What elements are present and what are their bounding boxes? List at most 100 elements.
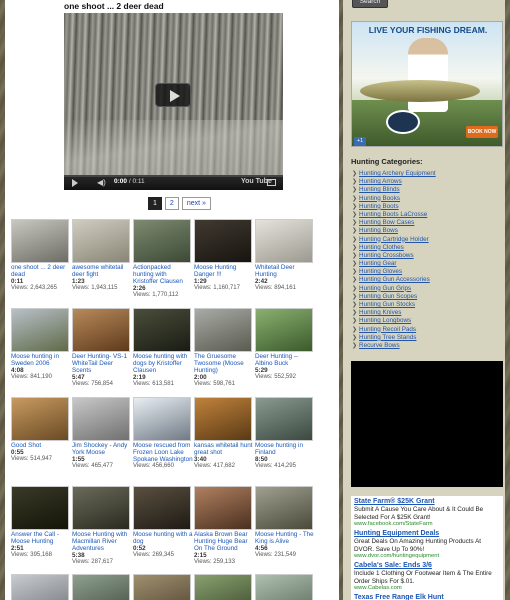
video-card-title[interactable]: Moose hunting in Finland <box>255 442 315 456</box>
video-card-title[interactable]: awesome whitetail deer fight <box>72 264 132 278</box>
video-card-title[interactable]: Deer Hunting- VS-1 WhiteTail Deer Scents <box>72 353 132 374</box>
video-card-title[interactable]: Jim Shockey - Andy York Moose <box>72 442 132 456</box>
category-label[interactable]: Hunting Gun Accessories <box>359 276 430 283</box>
category-link[interactable]: ❯ Hunting Gear <box>352 260 436 268</box>
fishing-ad-banner[interactable]: LIVE YOUR FISHING DREAM. BOOK NOW +1 <box>351 21 503 147</box>
video-card[interactable] <box>255 574 315 600</box>
video-card[interactable]: one shoot ... 2 deer dead 0:11 Views: 2,64… <box>11 219 71 292</box>
category-link[interactable]: ❯ Hunting Archery Equipment <box>352 170 436 178</box>
video-card[interactable]: Moose Hunting Danger !!! 1:29 Views: 1,160… <box>194 219 254 292</box>
video-thumbnail[interactable] <box>255 486 313 530</box>
video-thumbnail[interactable] <box>72 308 130 352</box>
video-thumbnail[interactable] <box>11 308 69 352</box>
plus-one-button[interactable]: +1 <box>354 137 366 146</box>
category-link[interactable]: ❯ Hunting Longbows <box>352 317 436 325</box>
book-now-button[interactable]: BOOK NOW <box>466 126 498 138</box>
video-thumbnail[interactable] <box>194 574 252 600</box>
text-ad-url[interactable]: www.Cabelas.com <box>354 585 500 592</box>
video-card[interactable]: Moose hunting with dogs by Kristoffer Cl… <box>133 308 193 388</box>
video-thumbnail[interactable] <box>72 486 130 530</box>
video-card[interactable]: Deer Hunting -- Albino Buck 5:29 Views: 55… <box>255 308 315 381</box>
video-thumbnail[interactable] <box>11 574 69 600</box>
video-thumbnail[interactable] <box>255 574 313 600</box>
category-label[interactable]: Hunting Books <box>359 195 400 202</box>
video-thumbnail[interactable] <box>255 308 313 352</box>
video-thumbnail[interactable] <box>133 486 191 530</box>
category-link[interactable]: ❯ Hunting Gun Accessories <box>352 276 436 284</box>
video-card-title[interactable]: kansas whitetail hunt great shot <box>194 442 254 456</box>
video-card-title[interactable]: Moose Hunting - The King is Alive <box>255 531 315 545</box>
video-thumbnail[interactable] <box>72 574 130 600</box>
video-card[interactable]: Moose Hunting - The King is Alive 4:56 Vie… <box>255 486 315 559</box>
video-card[interactable]: The Gruesome Twosome (Moose Hunting) 2:00… <box>194 308 254 388</box>
text-ad-headline[interactable]: State Farm® $25K Grant <box>354 498 500 506</box>
text-ad-headline[interactable]: Hunting Equipment Deals <box>354 530 500 538</box>
category-link[interactable]: ❯ Hunting Gun Scopes <box>352 293 436 301</box>
video-thumbnail[interactable] <box>133 397 191 441</box>
video-thumbnail[interactable] <box>133 574 191 600</box>
category-label[interactable]: Hunting Tree Stands <box>359 334 416 341</box>
video-card[interactable] <box>194 574 254 600</box>
video-thumbnail[interactable] <box>11 219 69 263</box>
text-ad[interactable]: Cabela's Sale: Ends 3/6 Include 1 Clothin… <box>354 562 500 592</box>
category-link[interactable]: ❯ Hunting Gun Grips <box>352 285 436 293</box>
category-label[interactable]: Hunting Gun Grips <box>359 285 411 292</box>
category-label[interactable]: Hunting Knives <box>359 309 401 316</box>
category-link[interactable]: ❯ Hunting Gun Stocks <box>352 301 436 309</box>
category-label[interactable]: Hunting Gloves <box>359 268 402 275</box>
video-thumbnail[interactable] <box>255 397 313 441</box>
category-label[interactable]: Hunting Bow Cases <box>359 219 414 226</box>
video-card[interactable]: Deer Hunting- VS-1 WhiteTail Deer Scents… <box>72 308 132 388</box>
progress-bar[interactable] <box>64 175 283 177</box>
video-card[interactable]: Moose rescued from Frozen Loon Lake Spok… <box>133 397 193 470</box>
video-card[interactable]: Moose Hunting with Macmillan River Adven… <box>72 486 132 566</box>
text-ad-headline[interactable]: Texas Free Range Elk Hunt <box>354 594 500 600</box>
page-2-link[interactable]: 2 <box>164 197 179 210</box>
page-1-link[interactable]: 1 <box>148 197 162 210</box>
category-label[interactable]: Recurve Bows <box>359 342 400 349</box>
video-thumbnail[interactable] <box>72 219 130 263</box>
video-thumbnail[interactable] <box>133 308 191 352</box>
video-card[interactable]: Answer the Call - Moose Hunting 2:51 Views… <box>11 486 71 559</box>
video-card[interactable] <box>11 574 71 600</box>
search-button[interactable]: Search <box>352 0 388 8</box>
video-card-title[interactable]: Moose hunting in Sweden 2006 <box>11 353 71 367</box>
category-link[interactable]: ❯ Hunting Clothes <box>352 244 436 252</box>
video-card[interactable]: Moose hunting in Finland 8:50 Views: 414,2… <box>255 397 315 470</box>
video-card-title[interactable]: Whitetail Deer Hunting <box>255 264 315 278</box>
category-label[interactable]: Hunting Crossbows <box>359 252 414 259</box>
category-label[interactable]: Hunting Recoil Pads <box>359 326 416 333</box>
fullscreen-icon[interactable] <box>267 179 276 186</box>
category-link[interactable]: ❯ Hunting Crossbows <box>352 252 436 260</box>
category-link[interactable]: ❯ Hunting Boots LaCrosse <box>352 211 436 219</box>
video-card[interactable]: Good Shot 0:55 Views: 514,947 <box>11 397 71 463</box>
video-thumbnail[interactable] <box>194 219 252 263</box>
video-card-title[interactable]: Moose rescued from Frozen Loon Lake Spok… <box>133 442 193 463</box>
category-label[interactable]: Hunting Boots <box>359 203 399 210</box>
text-ad[interactable]: State Farm® $25K Grant Submit A Cause You… <box>354 498 500 528</box>
video-thumbnail[interactable] <box>72 397 130 441</box>
video-card[interactable] <box>72 574 132 600</box>
video-card-title[interactable]: Moose Hunting Danger !!! <box>194 264 254 278</box>
category-label[interactable]: Hunting Archery Equipment <box>359 170 436 177</box>
category-label[interactable]: Hunting Blinds <box>359 186 400 193</box>
category-link[interactable]: ❯ Hunting Cartridge Holder <box>352 236 436 244</box>
video-card[interactable]: Jim Shockey - Andy York Moose 1:55 Views: … <box>72 397 132 470</box>
play-icon[interactable] <box>72 179 78 187</box>
category-link[interactable]: ❯ Hunting Recoil Pads <box>352 326 436 334</box>
category-label[interactable]: Hunting Clothes <box>359 244 404 251</box>
category-link[interactable]: ❯ Hunting Knives <box>352 309 436 317</box>
category-label[interactable]: Hunting Gun Scopes <box>359 293 417 300</box>
text-ad[interactable]: Hunting Equipment Deals Great Deals On Am… <box>354 530 500 560</box>
text-ad-headline[interactable]: Cabela's Sale: Ends 3/6 <box>354 562 500 570</box>
category-label[interactable]: Hunting Longbows <box>359 317 411 324</box>
video-card-title[interactable]: Answer the Call - Moose Hunting <box>11 531 71 545</box>
video-card[interactable]: kansas whitetail hunt great shot 3:40 View… <box>194 397 254 470</box>
video-card[interactable]: Actionpacked hunting with Kristoffer Cla… <box>133 219 193 299</box>
video-card-title[interactable]: one shoot ... 2 deer dead <box>11 264 71 278</box>
category-label[interactable]: Hunting Cartridge Holder <box>359 236 429 243</box>
category-link[interactable]: ❯ Hunting Books <box>352 195 436 203</box>
video-thumbnail[interactable] <box>11 486 69 530</box>
text-ad[interactable]: Texas Free Range Elk HuntHunt on our exp… <box>354 594 500 600</box>
video-player[interactable]: ◀) 0:00 / 0:11 You Tube <box>64 13 283 190</box>
